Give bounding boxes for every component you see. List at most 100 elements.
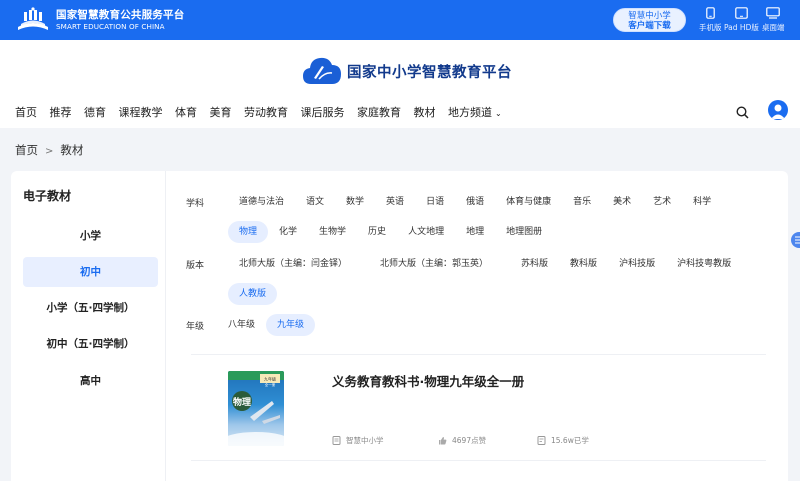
edition-row-2: 人教版	[186, 283, 278, 305]
platform-logo[interactable]: 国家智慧教育公共服务平台 SMART EDUCATION OF CHINA	[14, 6, 184, 34]
edition-chip[interactable]: 苏科版	[510, 253, 559, 275]
sidebar-item-primary-54[interactable]: 小学（五·四学制）	[23, 293, 158, 323]
brand-title: 国家中小学智慧教育平台	[347, 63, 512, 81]
nav-recommend[interactable]: 推荐	[50, 104, 72, 120]
download-line-2: 客户端下载	[628, 20, 671, 31]
nav-course[interactable]: 课程教学	[119, 104, 163, 120]
chevron-down-icon: ⌄	[495, 109, 502, 118]
subject-chip[interactable]: 体育与健康	[495, 191, 562, 213]
subject-chip[interactable]: 俄语	[455, 191, 495, 213]
book-cover[interactable]: 九年级 全一册 物理	[228, 371, 284, 446]
textbook-panel: 电子教材 小学 初中 小学（五·四学制） 初中（五·四学制） 高中 学科 道德与…	[11, 171, 788, 481]
sidebar-item-senior[interactable]: 高中	[23, 366, 158, 396]
grade-chip[interactable]: 八年级	[217, 314, 266, 336]
nav-afterschool[interactable]: 课后服务	[301, 104, 345, 120]
grade-label: 年级	[186, 321, 205, 332]
subject-chip-active[interactable]: 物理	[228, 221, 269, 243]
sidebar-title: 电子教材	[23, 189, 72, 203]
logo-title-en: SMART EDUCATION OF CHINA	[56, 22, 165, 32]
brand-cloud-icon	[303, 57, 341, 84]
device-phone-label: 手机版	[699, 23, 722, 32]
desktop-icon	[766, 7, 781, 19]
device-phone-link[interactable]: 手机版	[699, 7, 722, 33]
subject-row-2: 物理 化学 生物学 历史 人文地理 地理 地理图册	[186, 221, 553, 243]
breadcrumb-home[interactable]: 首页	[15, 143, 38, 157]
header: 国家中小学智慧教育平台 首页 推荐 德育 课程教学 体育 美育 劳动教育 课后服…	[0, 40, 800, 128]
sidebar: 电子教材 小学 初中 小学（五·四学制） 初中（五·四学制） 高中	[11, 171, 166, 481]
subject-chip[interactable]: 语文	[295, 191, 335, 213]
subject-chip[interactable]: 科学	[682, 191, 722, 213]
subject-chip[interactable]: 道德与法治	[228, 191, 295, 213]
subject-label: 学科	[186, 198, 205, 209]
side-float-tab[interactable]	[791, 232, 800, 248]
sidebar-item-primary[interactable]: 小学	[23, 221, 158, 251]
edition-chip[interactable]: 沪科技粤教版	[666, 253, 742, 275]
device-desktop-link[interactable]: 桌面端	[762, 7, 785, 33]
edition-chip[interactable]: 北师大版（主编：闫金铎）	[228, 253, 369, 275]
cover-grade: 九年级	[264, 376, 276, 382]
subject-chip[interactable]: 日语	[415, 191, 455, 213]
likes-text: 4697点赞	[452, 436, 487, 445]
nav-moral[interactable]: 德育	[84, 104, 106, 120]
book-learners: 15.6w已学	[537, 435, 589, 446]
cover-volume: 全一册	[265, 382, 276, 387]
breadcrumb: 首页 > 教材	[15, 143, 84, 157]
logo-title-cn: 国家智慧教育公共服务平台	[56, 8, 185, 21]
subject-chip[interactable]: 地理	[455, 221, 495, 243]
subject-chip[interactable]: 艺术	[642, 191, 682, 213]
device-pad-link[interactable]: Pad HD版	[724, 7, 759, 33]
nav-local-channel[interactable]: 地方频道 ⌄	[448, 104, 502, 120]
user-avatar[interactable]	[768, 100, 788, 120]
edition-row: 版本 北师大版（主编：闫金铎） 北师大版（主编：郭玉英） 苏科版 教科版 沪科技…	[186, 253, 742, 275]
device-desktop-label: 桌面端	[762, 23, 785, 32]
edition-label: 版本	[186, 260, 205, 271]
client-download-button[interactable]: 智慧中小学 客户端下载	[613, 8, 686, 32]
nav-family[interactable]: 家庭教育	[357, 104, 401, 120]
nav-labor[interactable]: 劳动教育	[244, 104, 288, 120]
learners-text: 15.6w已学	[551, 436, 589, 445]
edition-chip-active[interactable]: 人教版	[228, 283, 278, 305]
main-nav: 首页 推荐 德育 课程教学 体育 美育 劳动教育 课后服务 家庭教育 教材 地方…	[15, 104, 514, 120]
download-line-1: 智慧中小学	[628, 11, 671, 21]
nav-local-label: 地方频道	[448, 106, 492, 119]
subject-chip[interactable]: 地理图册	[495, 221, 553, 243]
book-publisher: 智慧中小学	[332, 435, 384, 446]
publisher-text: 智慧中小学	[346, 436, 384, 445]
book-title[interactable]: 义务教育教科书·物理九年级全一册	[332, 371, 524, 390]
tablet-icon	[735, 7, 748, 19]
subject-row: 学科 道德与法治 语文 数学 英语 日语 俄语 体育与健康 音乐 美术 艺术 科…	[186, 191, 722, 213]
nav-sports[interactable]: 体育	[175, 104, 197, 120]
subject-chip[interactable]: 音乐	[562, 191, 602, 213]
subject-chip[interactable]: 人文地理	[397, 221, 455, 243]
user-icon	[771, 104, 785, 119]
document-icon	[332, 436, 341, 445]
top-bar: 国家智慧教育公共服务平台 SMART EDUCATION OF CHINA 智慧…	[0, 0, 800, 40]
device-pad-label: Pad HD版	[724, 23, 759, 32]
book-likes: 4697点赞	[438, 435, 486, 446]
nav-arts[interactable]: 美育	[210, 104, 232, 120]
nav-home[interactable]: 首页	[15, 104, 37, 120]
brand[interactable]: 国家中小学智慧教育平台	[301, 54, 512, 88]
grade-row: 年级 八年级 九年级	[186, 314, 316, 336]
subject-chip[interactable]: 英语	[375, 191, 415, 213]
divider	[191, 460, 766, 461]
edition-chip[interactable]: 沪科技版	[608, 253, 666, 275]
cover-title: 物理	[233, 396, 251, 408]
logo-book-icon	[14, 7, 52, 33]
search-icon[interactable]	[736, 104, 749, 123]
study-icon	[537, 436, 546, 445]
sidebar-item-junior-54[interactable]: 初中（五·四学制）	[23, 329, 158, 359]
subject-chip[interactable]: 化学	[268, 221, 308, 243]
subject-chip[interactable]: 美术	[602, 191, 642, 213]
subject-chip[interactable]: 数学	[335, 191, 375, 213]
breadcrumb-current: 教材	[60, 143, 84, 157]
edition-chip[interactable]: 教科版	[559, 253, 608, 275]
divider	[191, 354, 766, 355]
grade-chip-active[interactable]: 九年级	[266, 314, 316, 336]
thumbs-up-icon	[439, 437, 447, 445]
sidebar-item-junior[interactable]: 初中	[23, 257, 158, 287]
subject-chip[interactable]: 历史	[357, 221, 397, 243]
subject-chip[interactable]: 生物学	[308, 221, 357, 243]
edition-chip[interactable]: 北师大版（主编：郭玉英）	[369, 253, 510, 275]
nav-textbook[interactable]: 教材	[414, 104, 436, 120]
